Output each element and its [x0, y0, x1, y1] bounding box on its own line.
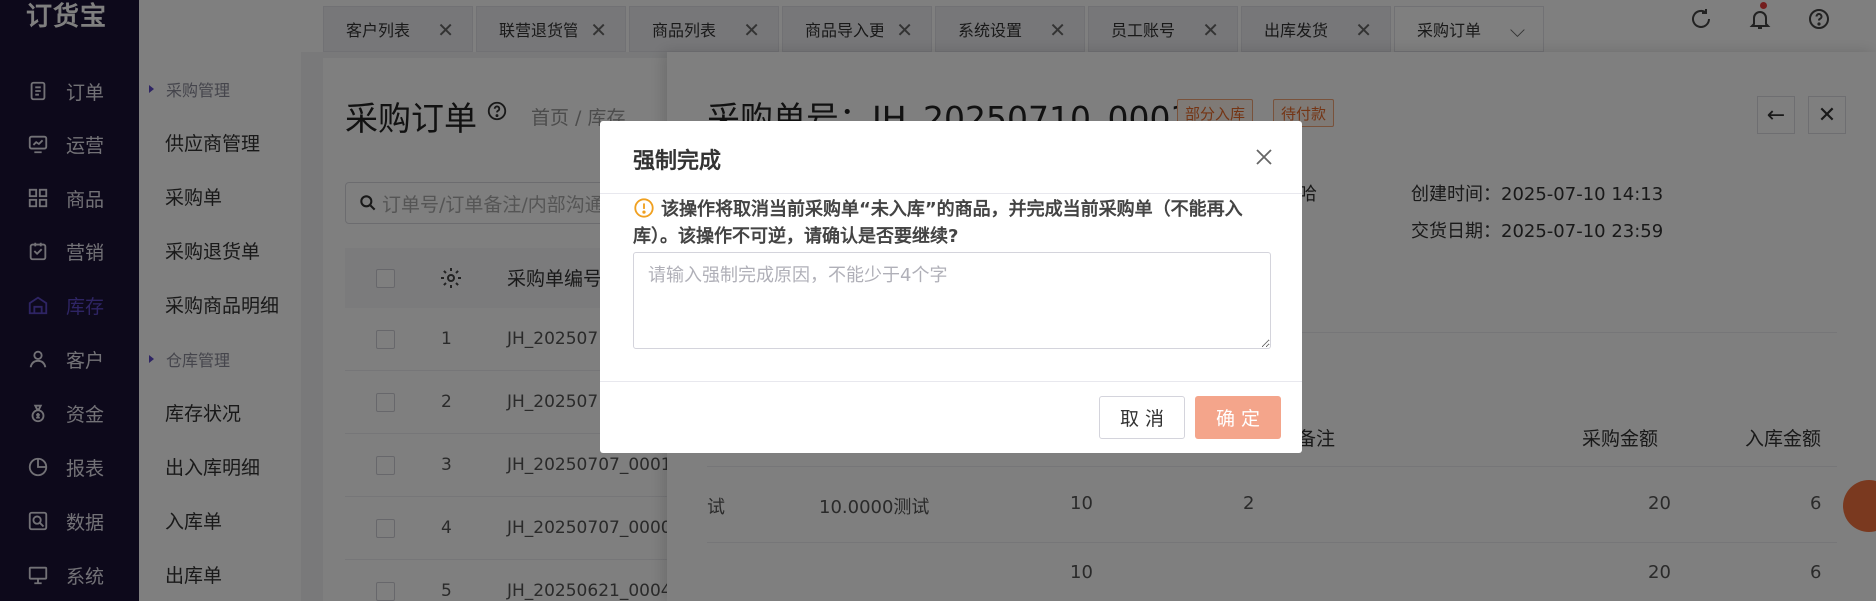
cancel-button[interactable]: 取 消: [1099, 396, 1185, 439]
reason-input[interactable]: [633, 252, 1271, 349]
dialog-header-divider: [600, 193, 1302, 194]
dialog-title: 强制完成: [633, 149, 722, 174]
close-icon[interactable]: [1252, 145, 1276, 169]
dialog-footer-divider: [600, 381, 1302, 382]
dialog-message: 该操作将取消当前采购单“未入库”的商品，并完成当前采购单（不能再入库）。该操作不…: [633, 199, 1243, 247]
confirm-button[interactable]: 确 定: [1195, 396, 1281, 439]
force-complete-dialog: 强制完成 该操作将取消当前采购单“未入库”的商品，并完成当前采购单（不能再入库）…: [600, 121, 1302, 453]
